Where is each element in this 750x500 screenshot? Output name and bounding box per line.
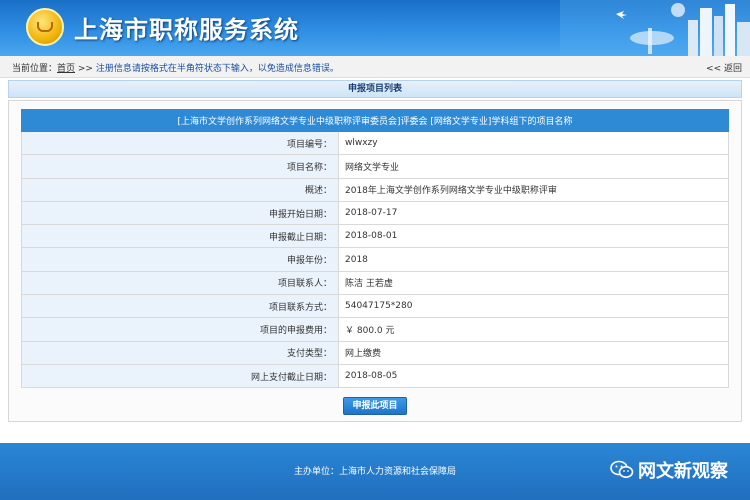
table-row: 申报年份： 2018 [21,247,729,272]
footer: 主办单位：上海市人力资源和社会保障局 网文新观察 [0,443,750,500]
breadcrumb: 当前位置：首页 >> 注册信息请按格式在半角符状态下输入，以免造成信息错误。 <… [0,56,750,78]
row-value: 2018年上海文学创作系列网络文学专业中级职称评审 [338,177,729,202]
table-row: 概述： 2018年上海文学创作系列网络文学专业中级职称评审 [21,177,729,202]
project-detail-panel: [上海市文学创作系列网络文学专业中级职称评审委员会]评委会 [网络文学专业]学科… [8,100,742,422]
section-title-bar: 申报项目列表 [8,80,742,98]
table-row: 网上支付截止日期： 2018-08-05 [21,363,729,389]
row-label: 项目编号： [21,130,339,156]
row-label: 支付类型： [21,340,339,365]
row-value: 2018-08-05 [338,363,729,389]
city-skyline-icon [560,0,750,56]
table-row: 申报截止日期： 2018-08-01 [21,224,729,249]
breadcrumb-prefix: 当前位置： [12,64,58,74]
app-title: 上海市职称服务系统 [74,16,299,44]
row-label: 申报开始日期： [21,200,339,226]
table-row: 项目名称： 网络文学专业 [21,154,729,179]
row-value: 网上缴费 [338,340,729,365]
table-row: 项目联系方式： 54047175*280 [21,294,729,319]
table-row: 支付类型： 网上缴费 [21,340,729,365]
section-title: 申报项目列表 [347,84,402,94]
watermark-text: 网文新观察 [638,461,728,482]
row-label: 项目联系方式： [21,294,339,319]
row-value: 2018-08-01 [338,224,729,249]
row-label: 概述： [21,177,339,202]
row-label: 申报截止日期： [21,224,339,249]
header-banner: 上海市职称服务系统 [0,0,750,56]
table-row: 项目联系人： 陈洁 王若虚 [21,270,729,296]
table-row: 项目的申报费用： ￥ 800.0 元 [21,317,729,342]
breadcrumb-path: 当前位置：首页 >> 注册信息请按格式在半角符状态下输入，以免造成信息错误。 [12,61,339,74]
wechat-icon [610,460,634,478]
back-link[interactable]: << 返回 [706,61,742,74]
table-header-cell: [上海市文学创作系列网络文学专业中级职称评审委员会]评委会 [网络文学专业]学科… [21,109,729,132]
row-value: 陈洁 王若虚 [338,270,729,296]
emblem-logo-icon [26,8,64,46]
row-value: 54047175*280 [338,294,729,319]
row-label: 申报年份： [21,247,339,272]
row-label: 网上支付截止日期： [21,363,339,389]
breadcrumb-home-link[interactable]: 首页 [57,64,75,74]
table-header-row: [上海市文学创作系列网络文学专业中级职称评审委员会]评委会 [网络文学专业]学科… [21,109,729,132]
row-label: 项目联系人： [21,270,339,296]
row-value: 2018 [338,247,729,272]
submit-project-button[interactable]: 申报此项目 [343,397,407,415]
watermark: 网文新观察 [610,457,728,483]
row-label: 项目的申报费用： [21,317,339,342]
row-value: 2018-07-17 [338,200,729,226]
breadcrumb-separator: >> [75,64,96,74]
row-value: 网络文学专业 [338,154,729,179]
row-value: ￥ 800.0 元 [338,317,729,342]
breadcrumb-note: 注册信息请按格式在半角符状态下输入，以免造成信息错误。 [95,64,339,74]
row-label: 项目名称： [21,154,339,179]
table-row: 项目编号： wlwxzy [21,130,729,156]
table-row: 申报开始日期： 2018-07-17 [21,200,729,226]
project-detail-table: [上海市文学创作系列网络文学专业中级职称评审委员会]评委会 [网络文学专业]学科… [21,109,729,389]
row-value: wlwxzy [338,130,729,156]
